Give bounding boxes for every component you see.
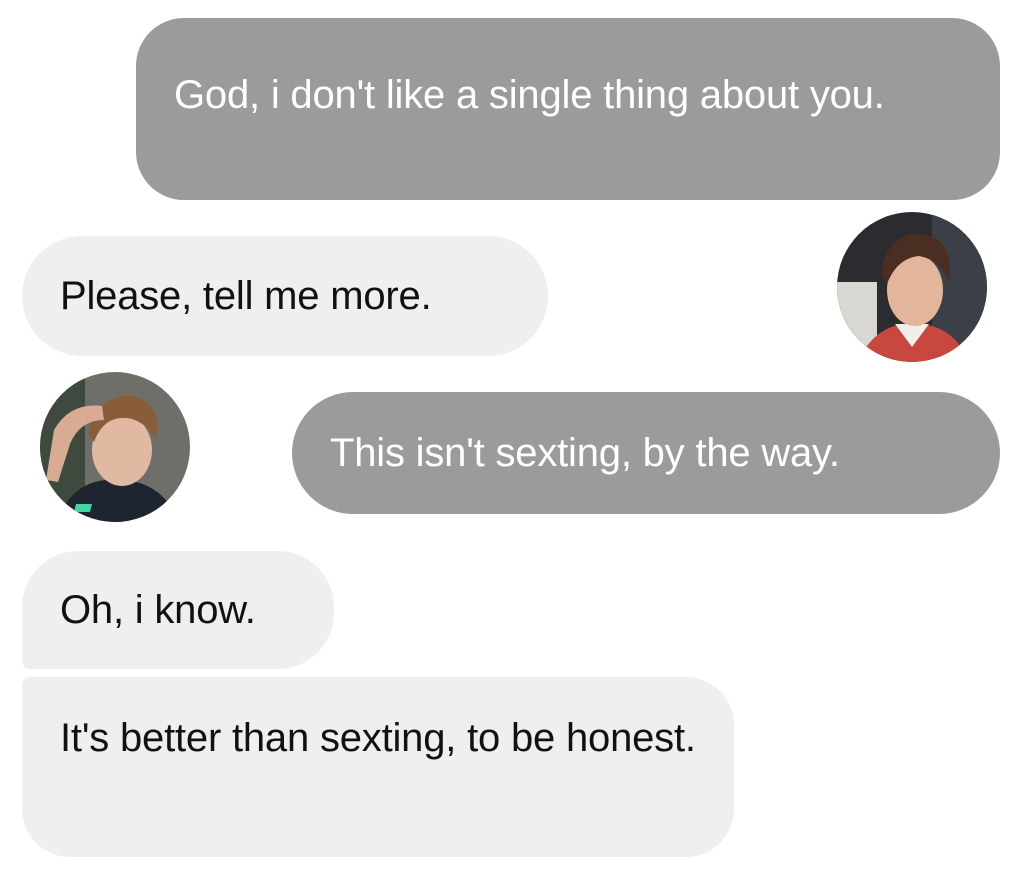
profile-photo-icon xyxy=(837,212,987,362)
message-text: It's better than sexting, to be honest. xyxy=(60,716,696,760)
message-text: This isn't sexting, by the way. xyxy=(330,431,840,475)
profile-photo-icon xyxy=(40,372,190,522)
avatar-profile-photo[interactable] xyxy=(837,212,987,362)
message-text: God, i don't like a single thing about y… xyxy=(174,73,885,117)
chat-thread: God, i don't like a single thing about y… xyxy=(0,0,1024,876)
sent-message-bubble[interactable]: God, i don't like a single thing about y… xyxy=(136,18,1000,200)
received-message-bubble[interactable]: Please, tell me more. xyxy=(22,236,548,356)
message-text: Please, tell me more. xyxy=(60,274,432,318)
message-text: Oh, i know. xyxy=(60,588,256,632)
received-message-bubble[interactable]: Oh, i know. xyxy=(22,551,334,669)
sent-message-bubble[interactable]: This isn't sexting, by the way. xyxy=(292,392,1000,514)
received-message-bubble[interactable]: It's better than sexting, to be honest. xyxy=(22,677,734,857)
avatar-profile-photo[interactable] xyxy=(40,372,190,522)
